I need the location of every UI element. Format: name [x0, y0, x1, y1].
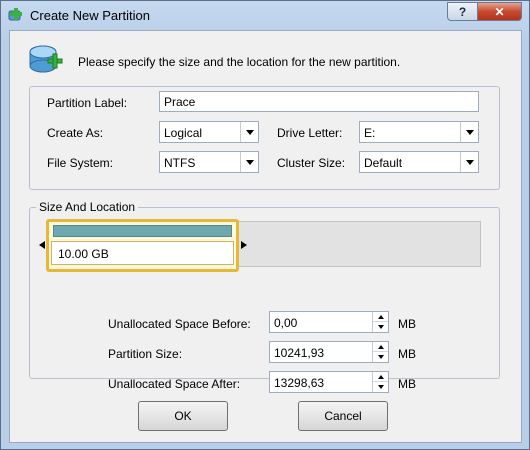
unallocated-after-spinner[interactable]: 13298,63 — [269, 371, 389, 393]
partition-label-input[interactable]: Prace — [159, 91, 479, 112]
unallocated-after-value[interactable]: 13298,63 — [274, 376, 324, 390]
spin-down-icon[interactable] — [373, 322, 388, 332]
create-as-label: Create As: — [47, 126, 104, 140]
spin-up-icon[interactable] — [373, 312, 388, 322]
resize-left-arrow-icon[interactable] — [39, 241, 45, 249]
chevron-down-icon[interactable] — [460, 122, 478, 142]
create-partition-dialog: Create New Partition ? ✕ Please specify … — [0, 0, 530, 450]
cluster-size-value: Default — [364, 156, 403, 170]
unit-label: MB — [398, 317, 416, 331]
unit-label: MB — [398, 347, 416, 361]
chevron-down-icon[interactable] — [240, 122, 258, 142]
title-bar[interactable]: Create New Partition ? ✕ — [1, 1, 529, 29]
unallocated-after-label: Unallocated Space After: — [108, 377, 241, 391]
chevron-down-icon[interactable] — [240, 152, 258, 172]
close-button[interactable]: ✕ — [477, 2, 522, 21]
partition-handle[interactable]: 10.00 GB — [46, 219, 239, 272]
drive-letter-select[interactable]: E: — [359, 121, 479, 143]
ok-button[interactable]: OK — [138, 401, 228, 431]
chevron-down-icon[interactable] — [460, 152, 478, 172]
unallocated-before-value[interactable]: 0,00 — [274, 316, 297, 330]
partition-label-label: Partition Label: — [47, 96, 128, 110]
spin-up-icon[interactable] — [373, 372, 388, 382]
partition-size-spinner[interactable]: 10241,93 — [269, 341, 389, 363]
create-as-select[interactable]: Logical — [159, 121, 259, 143]
file-system-label: File System: — [47, 156, 114, 170]
window-title: Create New Partition — [30, 8, 150, 23]
spin-up-icon[interactable] — [373, 342, 388, 352]
spin-down-icon[interactable] — [373, 352, 388, 362]
file-system-select[interactable]: NTFS — [159, 151, 259, 173]
cancel-button[interactable]: Cancel — [298, 401, 388, 431]
partition-size-value[interactable]: 10241,93 — [274, 346, 324, 360]
dialog-body: Please specify the size and the location… — [9, 30, 522, 443]
cluster-size-select[interactable]: Default — [359, 151, 479, 173]
instruction-text: Please specify the size and the location… — [78, 55, 401, 69]
partition-properties-group: Partition Label: Prace Create As: Logica… — [29, 86, 500, 190]
size-location-title: Size And Location — [36, 200, 139, 214]
drive-letter-label: Drive Letter: — [277, 126, 343, 140]
unit-label: MB — [398, 377, 416, 391]
cluster-size-label: Cluster Size: — [277, 156, 346, 170]
resize-right-arrow-icon[interactable] — [241, 241, 247, 249]
help-button[interactable]: ? — [447, 2, 477, 21]
partition-size-label: Partition Size: — [108, 347, 183, 361]
drive-letter-value: E: — [364, 126, 376, 140]
create-as-value: Logical — [164, 126, 203, 140]
partition-fill-bar — [53, 225, 232, 237]
partition-app-icon — [8, 8, 22, 21]
spin-down-icon[interactable] — [373, 382, 388, 392]
partition-size-display: 10.00 GB — [51, 241, 234, 265]
unallocated-before-label: Unallocated Space Before: — [108, 317, 251, 331]
unallocated-before-spinner[interactable]: 0,00 — [269, 311, 389, 333]
disk-add-icon — [29, 45, 63, 73]
file-system-value: NTFS — [164, 156, 196, 170]
size-location-group: Size And Location 10.00 GB Unallocated S… — [29, 200, 500, 393]
